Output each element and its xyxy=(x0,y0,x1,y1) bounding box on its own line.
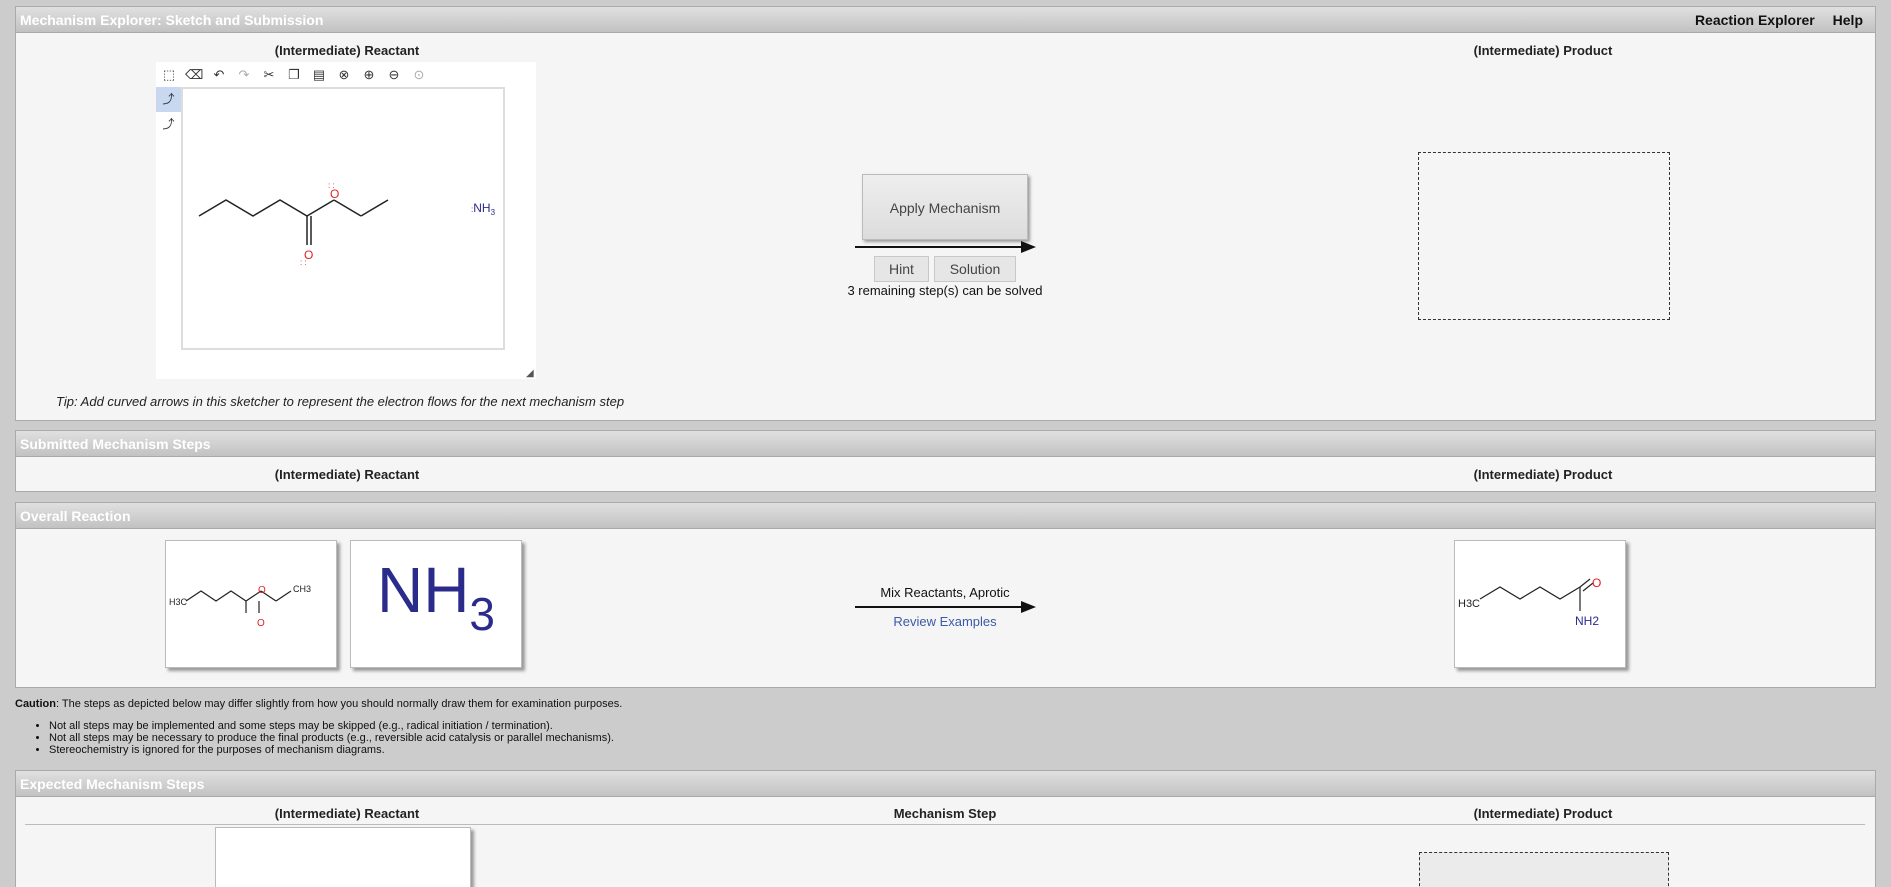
zoom-fit-icon[interactable]: ⊗ xyxy=(335,66,353,84)
nav-reaction-explorer[interactable]: Reaction Explorer xyxy=(1695,12,1815,28)
undo-icon[interactable]: ↶ xyxy=(210,66,228,84)
arrow-curve-icon[interactable]: ⤴ xyxy=(156,112,181,137)
caution-item: Stereochemistry is ignored for the purpo… xyxy=(49,744,735,756)
ester-ch3-label: CH3 xyxy=(293,584,311,594)
paste-icon[interactable]: ▤ xyxy=(310,66,328,84)
sketch-panel-header: Mechanism Explorer: Sketch and Submissio… xyxy=(16,7,1875,33)
expected-reactant-thumbnail[interactable] xyxy=(215,827,471,887)
submitted-product-heading: (Intermediate) Product xyxy=(1473,467,1613,482)
expected-title: Expected Mechanism Steps xyxy=(20,776,205,792)
nav-help[interactable]: Help xyxy=(1833,12,1863,28)
svg-text:: :: : : xyxy=(300,258,307,267)
submitted-title: Submitted Mechanism Steps xyxy=(20,436,211,452)
product-drop-area xyxy=(1418,152,1670,320)
svg-text::NH3: :NH3 xyxy=(471,201,496,217)
caution-list: Not all steps may be implemented and som… xyxy=(35,720,735,756)
zoom-reset-icon[interactable]: ⊙ xyxy=(410,66,428,84)
page-title: Mechanism Explorer: Sketch and Submissio… xyxy=(20,12,324,28)
expected-step-heading: Mechanism Step xyxy=(893,806,997,821)
ester-o1-label: O xyxy=(258,585,266,596)
submitted-panel-header: Submitted Mechanism Steps xyxy=(16,431,1875,457)
amide-h3c-label: H3C xyxy=(1458,598,1480,610)
top-nav: Reaction Explorer Help xyxy=(1681,12,1863,28)
sketcher-toolbar: ⬚ ⌫ ↶ ↷ ✂ ❐ ▤ ⊗ ⊕ ⊖ ⊙ xyxy=(156,62,536,86)
expected-product-area xyxy=(1419,852,1669,887)
caution-text: : The steps as depicted below may differ… xyxy=(55,698,623,710)
molecule-sketcher[interactable]: ⬚ ⌫ ↶ ↷ ✂ ❐ ▤ ⊗ ⊕ ⊖ ⊙ ⤴ ⤴ O O : : : : :N… xyxy=(156,62,536,379)
overall-title: Overall Reaction xyxy=(20,508,131,524)
caution-item: Not all steps may be necessary to produc… xyxy=(49,732,735,744)
canvas-nh3-sub: 3 xyxy=(491,208,496,217)
review-examples-link[interactable]: Review Examples xyxy=(830,614,1060,629)
expected-divider xyxy=(25,824,1865,825)
resize-grip-icon[interactable]: ◢ xyxy=(526,369,536,379)
product-amide-thumbnail[interactable]: H3C O NH2 xyxy=(1454,540,1626,668)
caution-item: Not all steps may be implemented and som… xyxy=(49,720,735,732)
cut-icon[interactable]: ✂ xyxy=(260,66,278,84)
overall-reaction-arrow xyxy=(855,601,1036,613)
redo-icon[interactable]: ↷ xyxy=(235,66,253,84)
amide-o-label: O xyxy=(1592,576,1601,590)
apply-mechanism-button[interactable]: Apply Mechanism xyxy=(862,174,1028,240)
caution-lead: Caution xyxy=(15,698,56,710)
expected-product-heading: (Intermediate) Product xyxy=(1473,806,1613,821)
reaction-conditions: Mix Reactants, Aprotic xyxy=(880,585,1010,600)
remaining-steps-text: 3 remaining step(s) can be solved xyxy=(847,283,1043,298)
arrow-single-icon[interactable]: ⤴ xyxy=(156,87,181,112)
overall-panel-header: Overall Reaction xyxy=(16,503,1875,529)
ester-o2-label: O xyxy=(257,618,265,629)
sketch-reactant-heading: (Intermediate) Reactant xyxy=(274,43,420,58)
ester-h3c-label: H3C xyxy=(169,597,188,607)
reaction-arrow xyxy=(855,241,1036,253)
canvas-nh3-label: NH xyxy=(473,201,490,215)
sketch-product-heading: (Intermediate) Product xyxy=(1473,43,1613,58)
eraser-icon[interactable]: ⌫ xyxy=(185,66,203,84)
submitted-reactant-heading: (Intermediate) Reactant xyxy=(274,467,420,482)
sketcher-canvas[interactable]: O O : : : : :NH3 xyxy=(181,87,505,350)
hint-button[interactable]: Hint xyxy=(874,256,929,282)
select-icon[interactable]: ⬚ xyxy=(160,66,178,84)
submitted-panel: Submitted Mechanism Steps xyxy=(15,430,1876,492)
nh3-formula: NH3 xyxy=(376,554,496,640)
ester-structure: H3C O O CH3 xyxy=(169,584,311,629)
sketch-molecule: O O : : : : :NH3 xyxy=(198,181,496,267)
zoom-in-icon[interactable]: ⊕ xyxy=(360,66,378,84)
amide-nh2-label: NH2 xyxy=(1575,614,1599,628)
copy-icon[interactable]: ❐ xyxy=(285,66,303,84)
caution-block: Caution: The steps as depicted below may… xyxy=(15,698,623,756)
zoom-out-icon[interactable]: ⊖ xyxy=(385,66,403,84)
reactant-nh3-thumbnail[interactable]: NH3 xyxy=(350,540,522,668)
reactant-ester-thumbnail[interactable]: H3C O O CH3 xyxy=(165,540,337,668)
amide-structure: H3C O NH2 xyxy=(1458,576,1601,628)
sketch-tip: Tip: Add curved arrows in this sketcher … xyxy=(56,394,625,409)
svg-text:: :: : : xyxy=(328,181,335,190)
expected-reactant-heading: (Intermediate) Reactant xyxy=(274,806,420,821)
expected-panel-header: Expected Mechanism Steps xyxy=(16,771,1875,797)
solution-button[interactable]: Solution xyxy=(934,256,1016,282)
